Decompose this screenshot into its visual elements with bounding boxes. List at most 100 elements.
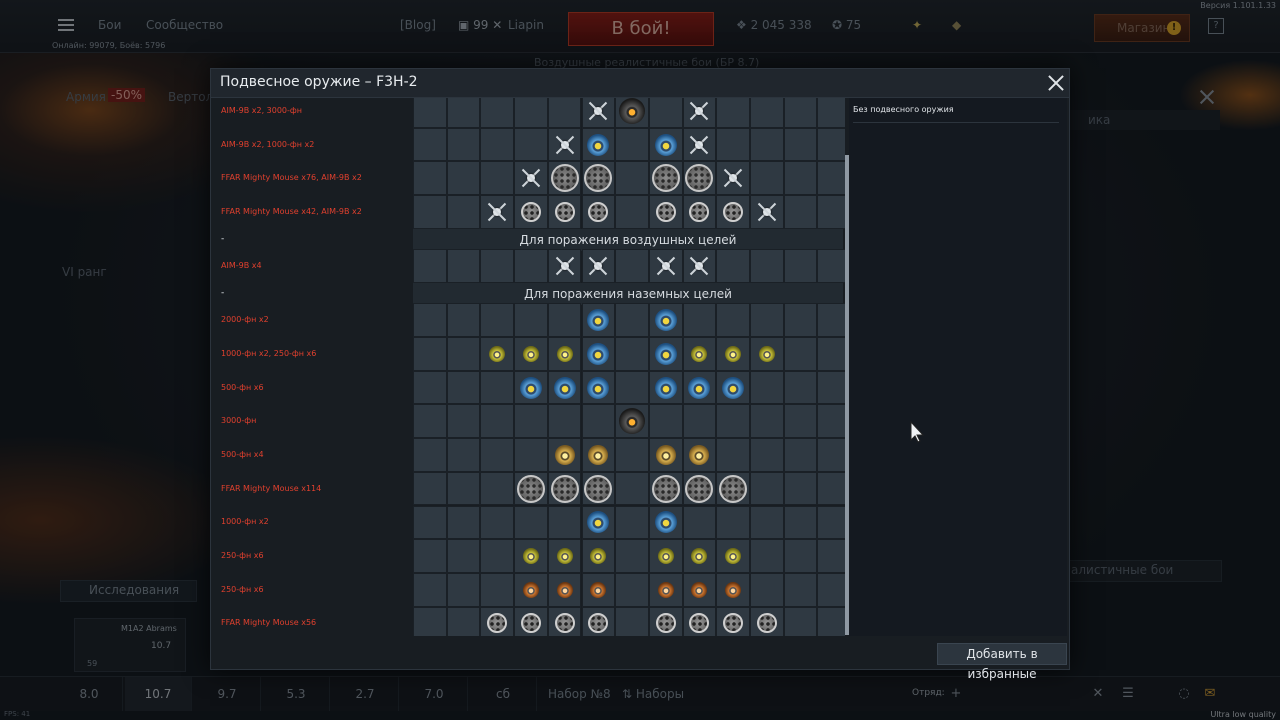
pylon-slot[interactable] — [446, 572, 481, 607]
pylon-slot[interactable] — [446, 370, 481, 405]
pylon-slot[interactable] — [446, 195, 481, 229]
pylon-slot[interactable] — [682, 195, 717, 229]
loadout-label[interactable]: FFAR Mighty Mouse x56 — [221, 618, 316, 627]
loadout-row[interactable]: 3000-фн — [211, 404, 845, 439]
pylon-slot[interactable] — [716, 337, 750, 371]
pylon-slot[interactable] — [615, 505, 649, 540]
pylon-slot[interactable] — [783, 370, 818, 405]
loadout-row[interactable]: 1000-фн x2 — [211, 505, 845, 540]
pylon-slot[interactable] — [817, 606, 845, 636]
pylon-slot[interactable] — [817, 572, 845, 607]
pylon-slot[interactable] — [547, 438, 582, 472]
pylon-slot[interactable] — [615, 539, 649, 573]
pylon-slot[interactable] — [514, 572, 548, 607]
loadout-list[interactable]: AIM-9B x2, 3000-фн AIM-9B x2, 1000-фн x2 F… — [211, 98, 845, 636]
loadout-label[interactable]: AIM-9B x2, 1000-фн x2 — [221, 140, 314, 149]
loadout-label[interactable]: FFAR Mighty Mouse x42, AIM-9B x2 — [221, 207, 362, 216]
pylon-slot[interactable] — [581, 161, 616, 196]
loadout-row[interactable]: FFAR Mighty Mouse x56 — [211, 606, 845, 636]
pylon-slot[interactable] — [716, 572, 750, 607]
pylon-slot[interactable] — [817, 127, 845, 162]
pylon-slot[interactable] — [817, 438, 845, 472]
pylon-slot[interactable] — [446, 249, 481, 283]
pylon-slot[interactable] — [413, 471, 447, 506]
pylon-slot[interactable] — [750, 505, 784, 540]
pylon-slot[interactable] — [716, 370, 750, 405]
pylon-slot[interactable] — [716, 98, 750, 128]
loadout-row[interactable]: AIM-9B x4 — [211, 249, 845, 283]
pylon-slot[interactable] — [480, 539, 515, 573]
pylon-slot[interactable] — [648, 539, 683, 573]
pylon-slot[interactable] — [682, 606, 717, 636]
loadout-label[interactable]: AIM-9B x2, 3000-фн — [221, 106, 302, 115]
pylon-slot[interactable] — [446, 98, 481, 128]
pylon-slot[interactable] — [446, 471, 481, 506]
pylon-slot[interactable] — [648, 249, 683, 283]
pylon-slot[interactable] — [581, 127, 616, 162]
pylon-slot[interactable] — [615, 572, 649, 607]
loadout-row[interactable]: 1000-фн x2, 250-фн x6 — [211, 337, 845, 371]
pylon-slot[interactable] — [446, 539, 481, 573]
loadout-row[interactable]: 250-фн x6 — [211, 539, 845, 573]
pylon-slot[interactable] — [817, 249, 845, 283]
pylon-slot[interactable] — [547, 195, 582, 229]
close-button[interactable] — [1047, 74, 1065, 92]
pylon-slot[interactable] — [682, 370, 717, 405]
pylon-slot[interactable] — [514, 471, 548, 506]
loadout-row[interactable]: 500-фн x4 — [211, 438, 845, 472]
pylon-slot[interactable] — [682, 249, 717, 283]
pylon-slot[interactable] — [682, 303, 717, 337]
pylon-slot[interactable] — [750, 539, 784, 573]
pylon-slot[interactable] — [480, 471, 515, 506]
pylon-slot[interactable] — [716, 438, 750, 472]
pylon-slot[interactable] — [648, 370, 683, 405]
pylon-slot[interactable] — [817, 471, 845, 506]
pylon-slot[interactable] — [817, 303, 845, 337]
pylon-slot[interactable] — [413, 539, 447, 573]
pylon-slot[interactable] — [413, 127, 447, 162]
pylon-slot[interactable] — [682, 539, 717, 573]
pylon-slot[interactable] — [750, 195, 784, 229]
pylon-slot[interactable] — [413, 195, 447, 229]
add-favorite-button[interactable]: Добавить в избранные — [937, 643, 1067, 681]
pylon-slot[interactable] — [716, 471, 750, 506]
loadout-label[interactable]: 3000-фн — [221, 416, 256, 425]
pylon-slot[interactable] — [514, 404, 548, 439]
pylon-slot[interactable] — [581, 438, 616, 472]
pylon-slot[interactable] — [547, 606, 582, 636]
pylon-slot[interactable] — [682, 505, 717, 540]
pylon-slot[interactable] — [750, 572, 784, 607]
pylon-slot[interactable] — [413, 303, 447, 337]
pylon-slot[interactable] — [783, 404, 818, 439]
loadout-row[interactable]: AIM-9B x2, 1000-фн x2 — [211, 127, 845, 162]
pylon-slot[interactable] — [413, 161, 447, 196]
pylon-slot[interactable] — [783, 539, 818, 573]
pylon-slot[interactable] — [581, 606, 616, 636]
pylon-slot[interactable] — [581, 195, 616, 229]
pylon-slot[interactable] — [783, 161, 818, 196]
pylon-slot[interactable] — [581, 249, 616, 283]
pylon-slot[interactable] — [817, 505, 845, 540]
pylon-slot[interactable] — [547, 127, 582, 162]
pylon-slot[interactable] — [783, 337, 818, 371]
pylon-slot[interactable] — [817, 404, 845, 439]
loadout-row[interactable]: 250-фн x6 — [211, 572, 845, 607]
pylon-slot[interactable] — [648, 606, 683, 636]
pylon-slot[interactable] — [581, 539, 616, 573]
pylon-slot[interactable] — [783, 438, 818, 472]
pylon-slot[interactable] — [783, 98, 818, 128]
pylon-slot[interactable] — [615, 98, 649, 128]
pylon-slot[interactable] — [581, 572, 616, 607]
loadout-label[interactable]: 1000-фн x2 — [221, 517, 269, 526]
loadout-label[interactable]: FFAR Mighty Mouse x76, AIM-9B x2 — [221, 173, 362, 182]
pylon-slot[interactable] — [750, 606, 784, 636]
pylon-slot[interactable] — [446, 127, 481, 162]
pylon-slot[interactable] — [716, 249, 750, 283]
pylon-slot[interactable] — [547, 249, 582, 283]
pylon-slot[interactable] — [817, 337, 845, 371]
loadout-label[interactable]: 2000-фн x2 — [221, 315, 269, 324]
pylon-slot[interactable] — [514, 438, 548, 472]
pylon-slot[interactable] — [817, 539, 845, 573]
pylon-slot[interactable] — [783, 606, 818, 636]
pylon-slot[interactable] — [547, 303, 582, 337]
